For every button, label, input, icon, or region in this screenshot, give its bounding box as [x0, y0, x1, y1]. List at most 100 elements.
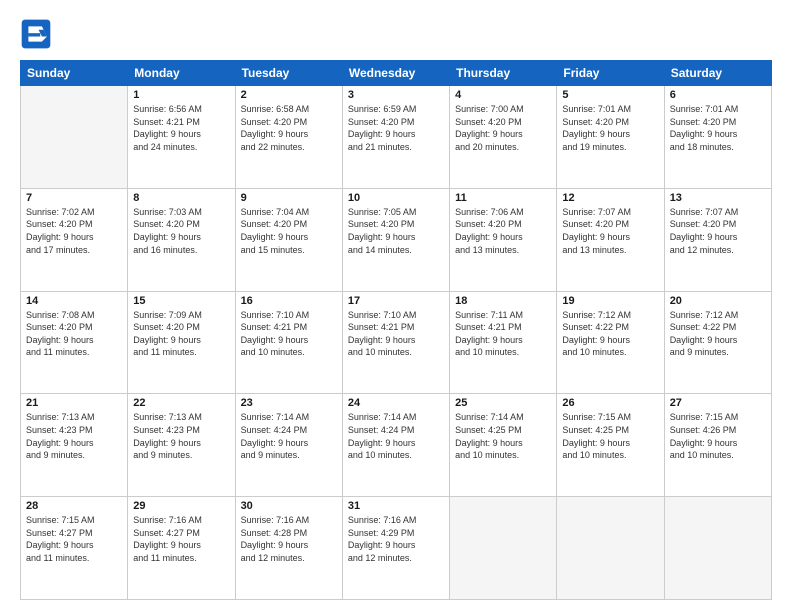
day-number: 21	[26, 397, 122, 409]
calendar-cell: 9 Sunrise: 7:04 AMSunset: 4:20 PMDaylight…	[235, 188, 342, 291]
calendar-cell	[21, 86, 128, 189]
day-number: 3	[348, 89, 444, 101]
week-row-1: 1Sunrise: 6:56 AMSunset: 4:21 PMDaylight…	[21, 86, 772, 189]
day-info: Sunrise: 7:10 AMSunset: 4:21 PMDaylight:…	[348, 309, 444, 359]
day-number: 8	[133, 192, 229, 204]
day-info: Sunrise: 7:01 AMSunset: 4:20 PMDaylight:…	[670, 103, 766, 153]
week-row-5: 28Sunrise: 7:15 AMSunset: 4:27 PMDayligh…	[21, 497, 772, 600]
calendar-cell: 21 Sunrise: 7:13 AMSunset: 4:23 PMDayligh…	[21, 394, 128, 497]
calendar-header: SundayMondayTuesdayWednesdayThursdayFrid…	[21, 61, 772, 86]
weekday-tuesday: Tuesday	[235, 61, 342, 86]
calendar-cell: 3 Sunrise: 6:59 AMSunset: 4:20 PMDaylight…	[342, 86, 449, 189]
day-info: Sunrise: 7:14 AMSunset: 4:24 PMDaylight:…	[241, 411, 337, 461]
calendar-cell: 12 Sunrise: 7:07 AMSunset: 4:20 PMDayligh…	[557, 188, 664, 291]
day-info: Sunrise: 7:07 AMSunset: 4:20 PMDaylight:…	[670, 206, 766, 256]
calendar-cell: 24 Sunrise: 7:14 AMSunset: 4:24 PMDayligh…	[342, 394, 449, 497]
day-info: Sunrise: 7:14 AMSunset: 4:25 PMDaylight:…	[455, 411, 551, 461]
calendar-cell: 26 Sunrise: 7:15 AMSunset: 4:25 PMDayligh…	[557, 394, 664, 497]
day-number: 2	[241, 89, 337, 101]
day-number: 7	[26, 192, 122, 204]
calendar-cell: 1Sunrise: 6:56 AMSunset: 4:21 PMDaylight…	[128, 86, 235, 189]
day-info: Sunrise: 7:01 AMSunset: 4:20 PMDaylight:…	[562, 103, 658, 153]
day-number: 4	[455, 89, 551, 101]
calendar-cell: 28Sunrise: 7:15 AMSunset: 4:27 PMDayligh…	[21, 497, 128, 600]
calendar-cell: 7 Sunrise: 7:02 AMSunset: 4:20 PMDaylight…	[21, 188, 128, 291]
weekday-thursday: Thursday	[450, 61, 557, 86]
calendar-cell: 22 Sunrise: 7:13 AMSunset: 4:23 PMDayligh…	[128, 394, 235, 497]
calendar-cell: 11 Sunrise: 7:06 AMSunset: 4:20 PMDayligh…	[450, 188, 557, 291]
calendar-cell: 16 Sunrise: 7:10 AMSunset: 4:21 PMDayligh…	[235, 291, 342, 394]
day-info: Sunrise: 7:06 AMSunset: 4:20 PMDaylight:…	[455, 206, 551, 256]
day-info: Sunrise: 7:13 AMSunset: 4:23 PMDaylight:…	[133, 411, 229, 461]
calendar-cell: 25 Sunrise: 7:14 AMSunset: 4:25 PMDayligh…	[450, 394, 557, 497]
calendar-cell: 14Sunrise: 7:08 AMSunset: 4:20 PMDayligh…	[21, 291, 128, 394]
calendar-cell	[557, 497, 664, 600]
day-info: Sunrise: 7:07 AMSunset: 4:20 PMDaylight:…	[562, 206, 658, 256]
weekday-row: SundayMondayTuesdayWednesdayThursdayFrid…	[21, 61, 772, 86]
day-info: Sunrise: 7:10 AMSunset: 4:21 PMDaylight:…	[241, 309, 337, 359]
calendar-cell: 20 Sunrise: 7:12 AMSunset: 4:22 PMDayligh…	[664, 291, 771, 394]
page: SundayMondayTuesdayWednesdayThursdayFrid…	[0, 0, 792, 612]
day-info: Sunrise: 7:03 AMSunset: 4:20 PMDaylight:…	[133, 206, 229, 256]
day-info: Sunrise: 6:59 AMSunset: 4:20 PMDaylight:…	[348, 103, 444, 153]
calendar-body: 1Sunrise: 6:56 AMSunset: 4:21 PMDaylight…	[21, 86, 772, 600]
day-info: Sunrise: 7:14 AMSunset: 4:24 PMDaylight:…	[348, 411, 444, 461]
day-number: 18	[455, 295, 551, 307]
day-info: Sunrise: 7:04 AMSunset: 4:20 PMDaylight:…	[241, 206, 337, 256]
weekday-saturday: Saturday	[664, 61, 771, 86]
logo-icon	[20, 18, 52, 50]
day-number: 15	[133, 295, 229, 307]
calendar-cell: 2Sunrise: 6:58 AMSunset: 4:20 PMDaylight…	[235, 86, 342, 189]
calendar-cell: 6Sunrise: 7:01 AMSunset: 4:20 PMDaylight…	[664, 86, 771, 189]
calendar-cell: 10Sunrise: 7:05 AMSunset: 4:20 PMDayligh…	[342, 188, 449, 291]
day-info: Sunrise: 7:05 AMSunset: 4:20 PMDaylight:…	[348, 206, 444, 256]
calendar-cell: 23 Sunrise: 7:14 AMSunset: 4:24 PMDayligh…	[235, 394, 342, 497]
calendar: SundayMondayTuesdayWednesdayThursdayFrid…	[20, 60, 772, 600]
day-number: 19	[562, 295, 658, 307]
calendar-cell	[450, 497, 557, 600]
day-info: Sunrise: 7:16 AMSunset: 4:27 PMDaylight:…	[133, 514, 229, 564]
day-info: Sunrise: 7:16 AMSunset: 4:28 PMDaylight:…	[241, 514, 337, 564]
day-info: Sunrise: 7:15 AMSunset: 4:25 PMDaylight:…	[562, 411, 658, 461]
day-number: 23	[241, 397, 337, 409]
day-number: 24	[348, 397, 444, 409]
day-number: 16	[241, 295, 337, 307]
day-number: 1	[133, 89, 229, 101]
weekday-sunday: Sunday	[21, 61, 128, 86]
day-number: 12	[562, 192, 658, 204]
weekday-wednesday: Wednesday	[342, 61, 449, 86]
calendar-cell: 19 Sunrise: 7:12 AMSunset: 4:22 PMDayligh…	[557, 291, 664, 394]
week-row-4: 21 Sunrise: 7:13 AMSunset: 4:23 PMDayligh…	[21, 394, 772, 497]
day-number: 20	[670, 295, 766, 307]
day-info: Sunrise: 7:09 AMSunset: 4:20 PMDaylight:…	[133, 309, 229, 359]
calendar-cell: 18 Sunrise: 7:11 AMSunset: 4:21 PMDayligh…	[450, 291, 557, 394]
calendar-cell: 15 Sunrise: 7:09 AMSunset: 4:20 PMDayligh…	[128, 291, 235, 394]
calendar-cell: 30 Sunrise: 7:16 AMSunset: 4:28 PMDayligh…	[235, 497, 342, 600]
week-row-2: 7 Sunrise: 7:02 AMSunset: 4:20 PMDaylight…	[21, 188, 772, 291]
day-number: 25	[455, 397, 551, 409]
weekday-monday: Monday	[128, 61, 235, 86]
day-info: Sunrise: 7:12 AMSunset: 4:22 PMDaylight:…	[562, 309, 658, 359]
day-number: 26	[562, 397, 658, 409]
day-number: 31	[348, 500, 444, 512]
day-number: 14	[26, 295, 122, 307]
calendar-cell	[664, 497, 771, 600]
day-number: 9	[241, 192, 337, 204]
header	[20, 18, 772, 50]
logo	[20, 18, 56, 50]
calendar-cell: 31Sunrise: 7:16 AMSunset: 4:29 PMDayligh…	[342, 497, 449, 600]
day-info: Sunrise: 7:02 AMSunset: 4:20 PMDaylight:…	[26, 206, 122, 256]
calendar-cell: 29Sunrise: 7:16 AMSunset: 4:27 PMDayligh…	[128, 497, 235, 600]
calendar-cell: 13 Sunrise: 7:07 AMSunset: 4:20 PMDayligh…	[664, 188, 771, 291]
day-info: Sunrise: 7:12 AMSunset: 4:22 PMDaylight:…	[670, 309, 766, 359]
weekday-friday: Friday	[557, 61, 664, 86]
day-number: 22	[133, 397, 229, 409]
day-info: Sunrise: 7:13 AMSunset: 4:23 PMDaylight:…	[26, 411, 122, 461]
day-info: Sunrise: 7:15 AMSunset: 4:26 PMDaylight:…	[670, 411, 766, 461]
day-number: 30	[241, 500, 337, 512]
day-number: 11	[455, 192, 551, 204]
day-info: Sunrise: 7:11 AMSunset: 4:21 PMDaylight:…	[455, 309, 551, 359]
day-number: 13	[670, 192, 766, 204]
calendar-cell: 17Sunrise: 7:10 AMSunset: 4:21 PMDayligh…	[342, 291, 449, 394]
calendar-cell: 27Sunrise: 7:15 AMSunset: 4:26 PMDayligh…	[664, 394, 771, 497]
